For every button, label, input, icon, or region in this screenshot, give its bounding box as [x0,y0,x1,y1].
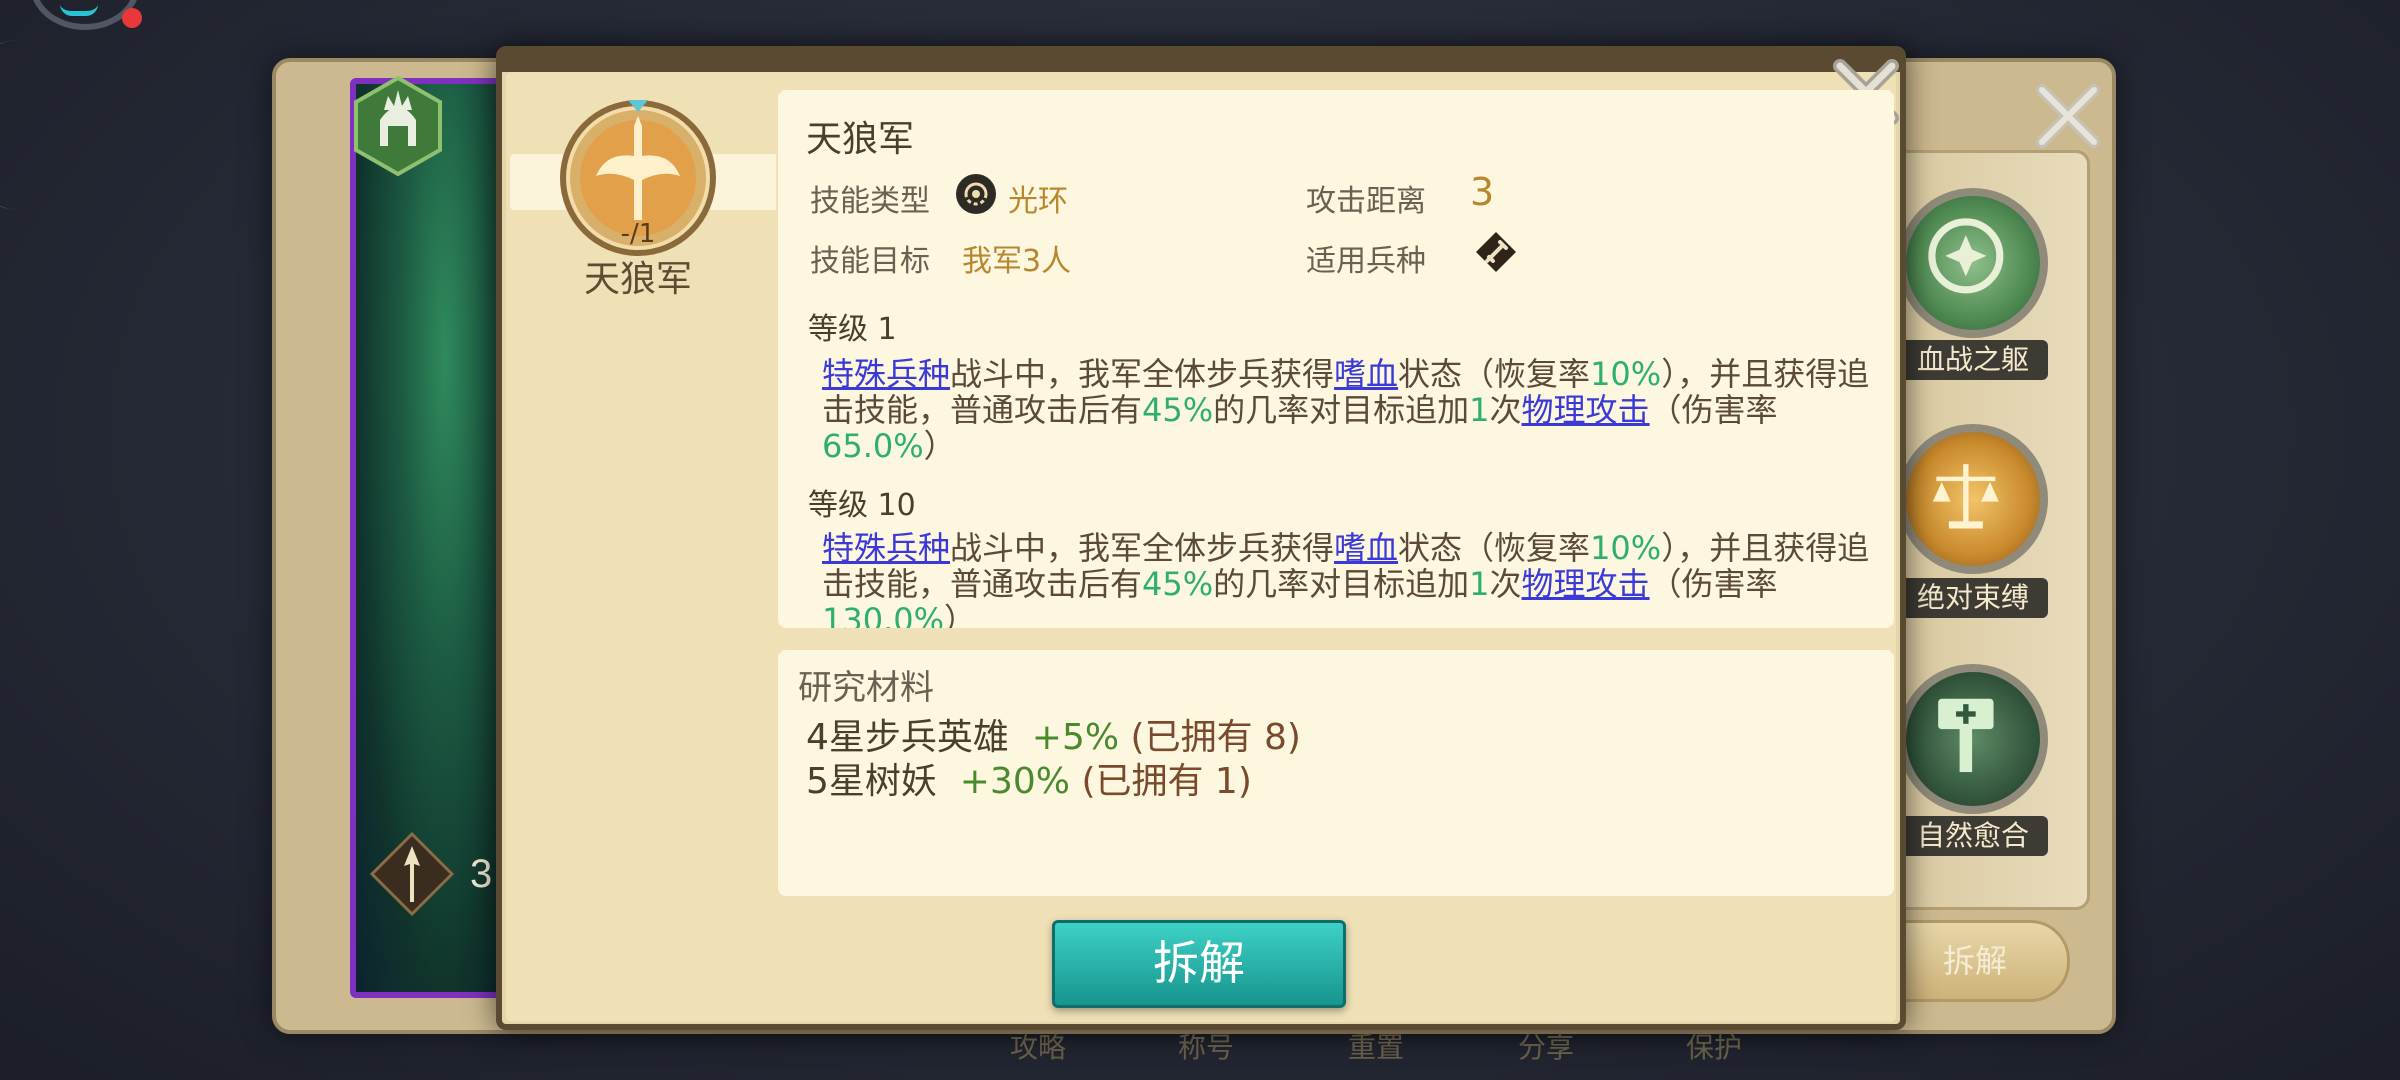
level-1-desc-seg: 战斗中，我军全体步兵获得 [950,355,1335,393]
close-icon[interactable] [2030,78,2106,154]
level-10-desc-seg: 10% [1590,530,1662,567]
helmet-emblem-icon [354,76,442,176]
level-1-desc-seg: 65.0% [822,427,924,465]
level-1-desc-seg: 状态（恢复率 [1398,355,1591,393]
tab-strategy[interactable]: 攻略 [1010,1026,1066,1066]
skill-medal-3[interactable] [1898,664,2048,814]
level-10-desc-seg: 45% [1142,565,1214,603]
level-10-desc-seg[interactable]: 嗜血 [1334,530,1398,567]
level-10-desc-seg[interactable]: 物理攻击 [1522,565,1650,603]
level-10-desc-seg: 次 [1489,565,1522,603]
level-10-desc-seg: 1 [1469,565,1490,603]
level-10-title: 等级 10 [808,488,916,523]
tab-reset[interactable]: 重置 [1348,1026,1404,1066]
attack-range-value: 3 [1470,170,1495,214]
tab-title[interactable]: 称号 [1178,1026,1234,1066]
level-1-desc-seg: 次 [1489,391,1522,429]
spear-icon [370,832,454,916]
level-10-desc-seg: 的几率对目标追加 [1213,565,1470,603]
skill-medal-2[interactable] [1898,424,2048,574]
skill-target-value: 我军3人 [962,244,1072,279]
level-10-desc-seg: 状态（恢复率 [1398,530,1591,567]
tab-share[interactable]: 分享 [1518,1026,1574,1066]
skill-medal-1[interactable] [1898,188,2048,338]
level-1-title: 等级 1 [808,312,897,347]
level-1-desc-seg[interactable]: 特殊兵种 [822,355,950,393]
skill-type-value: 光环 [1008,184,1068,219]
skill-name: 天狼军 [806,119,915,160]
scales-icon [1932,464,1999,529]
hammer-icon [1938,698,1994,773]
background-decompose-button[interactable]: 拆解 [1880,920,2070,1002]
attack-range-label: 攻击距离 [1306,184,1426,219]
level-1-desc-seg: ） [923,427,956,465]
disc-icon [1928,218,2004,294]
level-10-desc-seg[interactable]: 特殊兵种 [822,530,950,567]
notification-dot-icon[interactable] [122,8,142,28]
skill-label-1: 血战之躯 [1898,340,2048,380]
hud-ring-indicator [60,4,98,16]
winged-sword-medal-icon: -/1 [560,100,716,256]
material-bonus: +30% [959,761,1070,802]
hero-count: 3 [470,852,493,896]
skill-label-2: 绝对束缚 [1898,578,2048,618]
level-10-desc-seg: 130.0% [822,601,945,628]
hud-arc [0,40,30,210]
level-1-desc-seg: 1 [1469,391,1490,429]
aura-icon [956,174,996,214]
materials-title: 研究材料 [798,668,934,708]
tab-protect[interactable]: 保护 [1686,1026,1742,1066]
skill-label-3: 自然愈合 [1898,816,2048,856]
skill-target-label: 技能目标 [810,244,930,279]
level-1-description: 特殊兵种战斗中，我军全体步兵获得嗜血状态（恢复率10%），并且获得追击技能，普通… [822,356,1870,464]
level-1-desc-seg[interactable]: 嗜血 [1334,355,1398,393]
svg-text:-/1: -/1 [621,219,656,249]
decompose-button[interactable]: 拆解 [1052,920,1346,1008]
level-10-description: 特殊兵种战斗中，我军全体步兵获得嗜血状态（恢复率10%），并且获得追击技能，普通… [822,530,1870,628]
level-10-desc-seg: ） [944,601,977,628]
skill-type-label: 技能类型 [810,184,930,219]
level-1-desc-seg[interactable]: 物理攻击 [1522,391,1650,429]
level-1-desc-seg: （伤害率 [1649,391,1778,429]
level-10-desc-seg: （伤害率 [1649,565,1778,603]
skill-medal-name: 天狼军 [583,259,692,300]
level-1-desc-seg: 10% [1590,355,1662,393]
material-row: 5星树妖 +30% (已拥有 1) [806,752,1252,804]
level-10-description-viewport[interactable]: 特殊兵种战斗中，我军全体步兵获得嗜血状态（恢复率10%），并且获得追击技能，普通… [822,530,1872,628]
level-1-desc-seg: 45% [1142,391,1214,429]
material-owned: (已拥有 1) [1081,761,1252,802]
level-1-desc-seg: 的几率对目标追加 [1213,391,1470,429]
troop-type-label: 适用兵种 [1306,244,1426,279]
infantry-sword-icon [1476,232,1516,272]
material-name: 5星树妖 [806,761,937,802]
level-10-desc-seg: 战斗中，我军全体步兵获得 [950,530,1335,567]
